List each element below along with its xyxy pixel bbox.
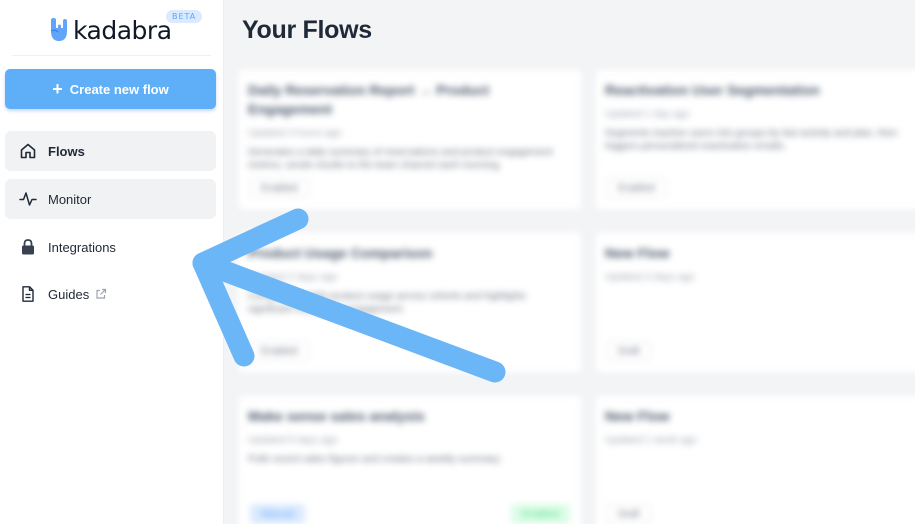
flow-card[interactable]: New Flow Updated 3 days ago Draft (594, 231, 915, 374)
flow-card-subtitle: Updated 5 days ago (248, 435, 338, 446)
flow-card-title: Product Usage Comparison (248, 245, 433, 261)
flow-card-tag: Enabled (250, 178, 309, 198)
main-content: Your Flows Daily Reservation Report → Pr… (225, 0, 915, 524)
home-icon (19, 142, 37, 160)
flow-card-description: Segments inactive users into groups by l… (605, 128, 898, 152)
flow-card-title: New Flow (605, 408, 670, 424)
flow-card-subtitle: Updated 3 hours ago (248, 128, 342, 139)
brand-name: kadabra (73, 15, 172, 45)
sidebar-item-flows[interactable]: Flows (5, 131, 216, 171)
rock-hand-icon (50, 18, 67, 41)
external-link-icon (95, 288, 107, 300)
flow-card-status-tag: Enabled (511, 504, 570, 524)
activity-icon (19, 190, 37, 208)
flow-card-tag: Enabled (607, 178, 666, 198)
flow-card-description: Compares weekly product usage across coh… (248, 291, 526, 315)
sidebar-item-label: Integrations (48, 239, 116, 255)
flow-card[interactable]: New Flow Updated 1 week ago Draft (594, 394, 915, 524)
flow-card-tag: Manual (250, 504, 305, 524)
brand-logo[interactable]: kadabra (48, 14, 172, 46)
sidebar: kadabra BETA + Create new flow Flows Mon… (0, 0, 224, 524)
flow-card-description: Pulls recent sales figures and creates a… (248, 454, 502, 465)
flow-card-subtitle: Updated 3 days ago (605, 272, 695, 283)
flow-card-subtitle: Updated 2 days ago (248, 272, 338, 283)
document-icon (19, 285, 37, 303)
flow-card-tag: Draft (607, 504, 651, 524)
create-new-flow-label: Create new flow (69, 81, 169, 97)
flow-card-tag: Enabled (250, 341, 309, 361)
flow-card[interactable]: Reactivation User Segmentation Updated 1… (594, 68, 915, 211)
page-title: Your Flows (242, 16, 372, 44)
plus-icon: + (52, 79, 63, 99)
flow-card-title: Reactivation User Segmentation (605, 82, 820, 98)
flow-card-description: Generates a daily summary of reservation… (248, 147, 553, 171)
flow-cards-grid: Daily Reservation Report → Product Engag… (237, 68, 915, 524)
flow-card[interactable]: Daily Reservation Report → Product Engag… (237, 68, 583, 211)
flow-card-title: New Flow (605, 245, 670, 261)
flow-card[interactable]: Make sense sales analysis Updated 5 days… (237, 394, 583, 524)
flow-card-subtitle: Updated 1 week ago (605, 435, 697, 446)
lock-icon (19, 238, 37, 256)
sidebar-item-label: Guides (48, 286, 90, 302)
sidebar-item-guides[interactable]: Guides (5, 274, 216, 314)
flow-card[interactable]: Product Usage Comparison Updated 2 days … (237, 231, 583, 374)
beta-badge: BETA (166, 10, 203, 23)
sidebar-item-label: Monitor (48, 191, 92, 207)
sidebar-item-label: Flows (48, 143, 85, 159)
sidebar-item-monitor[interactable]: Monitor (5, 179, 216, 219)
flow-card-tag: Draft (607, 341, 651, 361)
create-new-flow-button[interactable]: + Create new flow (5, 69, 216, 109)
flow-card-subtitle: Updated 1 day ago (605, 109, 690, 120)
sidebar-divider (12, 55, 211, 56)
flow-card-title: Daily Reservation Report → Product Engag… (248, 82, 490, 117)
sidebar-item-integrations[interactable]: Integrations (5, 227, 216, 267)
flow-card-title: Make sense sales analysis (248, 408, 425, 424)
